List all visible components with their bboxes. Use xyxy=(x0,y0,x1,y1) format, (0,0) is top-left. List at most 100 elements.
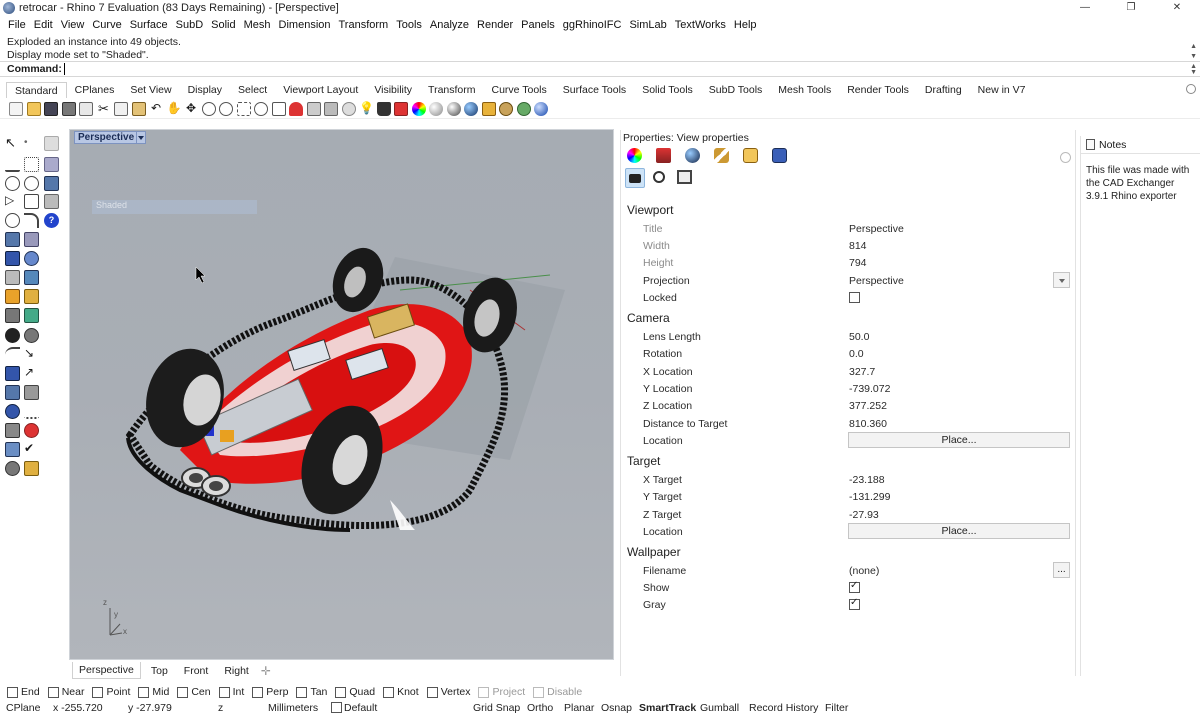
grid-snap-toggle[interactable]: Grid Snap xyxy=(473,702,520,714)
title-value[interactable]: Perspective xyxy=(849,223,904,235)
osnap-checkbox[interactable] xyxy=(177,686,189,698)
zoom-icon[interactable] xyxy=(201,101,216,116)
layer-indicator[interactable]: Default xyxy=(331,702,377,714)
tab-render-tools[interactable]: Render Tools xyxy=(839,82,917,98)
help-icon[interactable]: ? xyxy=(44,213,59,228)
viewport-tab-top[interactable]: Top xyxy=(145,663,174,679)
arc-icon[interactable] xyxy=(5,213,20,228)
z-location-value[interactable]: 377.252 xyxy=(849,400,887,412)
move-icon[interactable] xyxy=(324,101,338,116)
osnap-quad[interactable]: Quad xyxy=(335,686,375,698)
z-target-value[interactable]: -27.93 xyxy=(849,509,879,521)
analyze-tools-icon[interactable] xyxy=(5,461,20,476)
menu-ggrhinoifc[interactable]: ggRhinoIFC xyxy=(559,19,626,31)
osnap-perp[interactable]: Perp xyxy=(252,686,288,698)
options-gear-icon[interactable] xyxy=(499,101,513,116)
tab-select[interactable]: Select xyxy=(230,82,275,98)
cplane-indicator[interactable]: CPlane xyxy=(6,702,40,714)
menu-dimension[interactable]: Dimension xyxy=(275,19,335,31)
grid-dots-icon[interactable] xyxy=(5,423,20,438)
align-icon[interactable] xyxy=(24,385,39,400)
osnap-point[interactable]: Point xyxy=(92,686,130,698)
osnap-end[interactable]: End xyxy=(7,686,40,698)
osnap-checkbox[interactable] xyxy=(335,686,347,698)
lock-icon[interactable] xyxy=(376,101,391,116)
analyze-icon[interactable] xyxy=(341,101,356,116)
monitor-icon[interactable] xyxy=(772,148,787,163)
print-icon[interactable] xyxy=(61,101,76,116)
osnap-toggle[interactable]: Osnap xyxy=(601,702,632,714)
smarttrack-toggle[interactable]: SmartTrack xyxy=(639,702,696,714)
menu-edit[interactable]: Edit xyxy=(30,19,57,31)
zoom-selected-icon[interactable] xyxy=(254,101,268,116)
osnap-tan[interactable]: Tan xyxy=(296,686,327,698)
object-color-icon[interactable] xyxy=(627,148,642,163)
lens-length-value[interactable]: 50.0 xyxy=(849,331,869,343)
group-icon[interactable] xyxy=(5,385,20,400)
distance-to-target-value[interactable]: 810.360 xyxy=(849,418,887,430)
y-location-value[interactable]: -739.072 xyxy=(849,383,890,395)
trim-icon[interactable] xyxy=(5,347,20,362)
rotate-view-icon[interactable]: ✥ xyxy=(184,101,198,116)
edit-points-icon[interactable] xyxy=(5,442,20,457)
zoom-extents-icon[interactable] xyxy=(236,101,251,116)
paste-icon[interactable] xyxy=(131,101,146,116)
array-icon[interactable] xyxy=(5,366,20,381)
point-icon[interactable]: • xyxy=(24,136,39,151)
osnap-int[interactable]: Int xyxy=(218,686,244,698)
tab-standard[interactable]: Standard xyxy=(6,82,67,98)
surface-tools-icon[interactable] xyxy=(24,232,39,247)
viewport-tab-perspective[interactable]: Perspective xyxy=(72,662,141,679)
osnap-checkbox[interactable] xyxy=(7,686,18,698)
undo-icon[interactable]: ↶ xyxy=(149,101,163,116)
osnap-vertex[interactable]: Vertex xyxy=(426,686,470,698)
browse-filename-button[interactable]: ... xyxy=(1053,562,1070,578)
menu-tools[interactable]: Tools xyxy=(392,19,426,31)
tab-transform[interactable]: Transform xyxy=(420,82,483,98)
menu-textworks[interactable]: TextWorks xyxy=(671,19,730,31)
osnap-checkbox[interactable] xyxy=(47,686,59,698)
plugin-icon[interactable] xyxy=(516,101,531,116)
explode-icon[interactable] xyxy=(24,289,39,304)
rectangle-icon[interactable] xyxy=(24,194,39,209)
properties-icon[interactable] xyxy=(79,101,93,116)
camera-place-button[interactable]: Place... xyxy=(848,432,1070,448)
menu-solid[interactable]: Solid xyxy=(207,19,239,31)
render-settings-icon[interactable] xyxy=(685,148,700,163)
menu-view[interactable]: View xyxy=(57,19,89,31)
y-target-value[interactable]: -131.299 xyxy=(849,491,890,503)
trash-icon[interactable] xyxy=(44,194,59,209)
command-line[interactable]: Command: ▲ ▼ xyxy=(0,61,1200,77)
osnap-disable[interactable]: Disable xyxy=(533,686,582,698)
tab-mesh-tools[interactable]: Mesh Tools xyxy=(770,82,839,98)
offset-icon[interactable] xyxy=(24,328,39,343)
dimension-icon[interactable] xyxy=(24,404,39,419)
copy-icon[interactable] xyxy=(114,101,128,116)
menu-render[interactable]: Render xyxy=(473,19,517,31)
polygon-icon[interactable]: ▷ xyxy=(5,194,20,209)
solid-box-icon[interactable] xyxy=(5,251,20,266)
solid-tools-icon[interactable] xyxy=(24,251,39,266)
x-location-value[interactable]: 327.7 xyxy=(849,366,875,378)
extend-icon[interactable]: ↘ xyxy=(24,347,39,362)
fillet-icon[interactable] xyxy=(24,213,39,228)
tab-solid-tools[interactable]: Solid Tools xyxy=(634,82,701,98)
tab-display[interactable]: Display xyxy=(180,82,230,98)
viewport-title-label[interactable]: Perspective xyxy=(74,131,140,144)
menu-file[interactable]: File xyxy=(4,19,30,31)
add-viewport-icon[interactable]: ✛ xyxy=(261,664,271,678)
osnap-checkbox[interactable] xyxy=(426,686,438,698)
menu-mesh[interactable]: Mesh xyxy=(240,19,275,31)
split-icon[interactable] xyxy=(24,308,39,323)
menu-curve[interactable]: Curve xyxy=(88,19,125,31)
tab-surface-tools[interactable]: Surface Tools xyxy=(555,82,634,98)
light-bulb-icon[interactable]: 💡 xyxy=(359,101,374,116)
select-arrow-icon[interactable]: ↖ xyxy=(5,136,20,151)
zoom-window-icon[interactable] xyxy=(219,101,233,116)
cut-icon[interactable]: ✂ xyxy=(97,102,111,116)
save-icon[interactable] xyxy=(44,101,58,116)
projection-value[interactable]: Perspective xyxy=(849,275,904,287)
dimension-tools-icon[interactable] xyxy=(24,461,39,476)
scroll-up-icon[interactable]: ▲ xyxy=(1190,43,1197,50)
block-icon[interactable] xyxy=(44,136,59,151)
